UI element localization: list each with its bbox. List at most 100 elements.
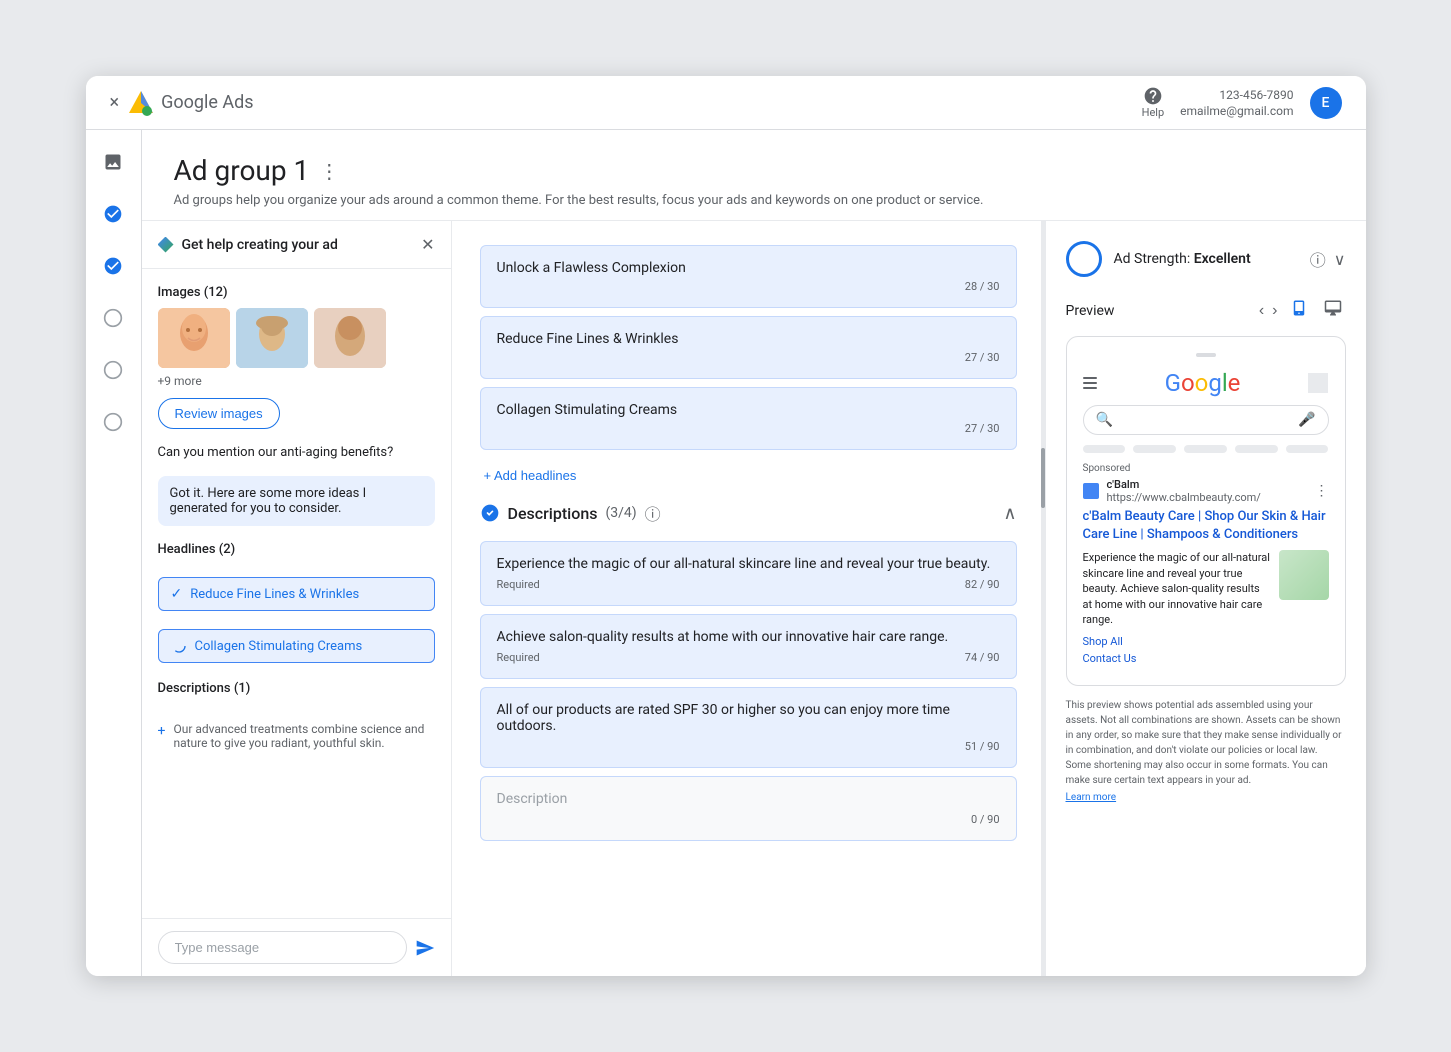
ad-strength-circle	[1066, 241, 1102, 277]
ai-panel-body: Images (12)	[142, 269, 451, 918]
help-area[interactable]: Help	[1142, 86, 1165, 119]
right-panel: Ad Strength: Excellent ⓘ ∨ Preview	[1046, 221, 1366, 976]
review-images-button[interactable]: Review images	[158, 398, 280, 429]
close-button[interactable]: ×	[110, 92, 120, 113]
preview-next-button[interactable]: ›	[1272, 302, 1277, 320]
page-description: Ad groups help you organize your ads aro…	[174, 193, 1334, 208]
descriptions-heading: Descriptions	[508, 504, 598, 523]
page-header: Ad group 1 ⋮ Ad groups help you organize…	[142, 130, 1366, 221]
user-avatar[interactable]: E	[1310, 87, 1342, 119]
image-thumb-2	[236, 308, 308, 368]
descriptions-section: Descriptions (3/4) ⓘ ∧ Experience the ma…	[480, 501, 1017, 841]
sidebar-item-radio-2[interactable]	[97, 354, 129, 386]
sidebar-item-radio-3[interactable]	[97, 406, 129, 438]
learn-more-link[interactable]: Learn more	[1066, 792, 1117, 803]
ad-brand-info: c'Balm https://www.cbalmbeauty.com/	[1107, 478, 1261, 504]
ai-question: Can you mention our anti-aging benefits?	[158, 441, 435, 464]
page-menu-dots[interactable]: ⋮	[319, 159, 339, 183]
image-thumb-2-svg	[236, 308, 308, 368]
chip-loading-icon	[171, 638, 187, 654]
description-input-1: Experience the magic of our all-natural …	[480, 541, 1017, 606]
images-section: Images (12)	[158, 285, 435, 429]
ad-strength-collapse-button[interactable]: ∨	[1334, 250, 1346, 269]
description-1-text: Experience the magic of our all-natural …	[497, 556, 1000, 572]
ai-panel-title: Get help creating your ad	[158, 237, 338, 253]
scroll-track	[1041, 221, 1045, 976]
ai-response: Got it. Here are some more ideas I gener…	[158, 476, 435, 526]
description-input-2: Achieve salon-quality results at home wi…	[480, 614, 1017, 679]
descriptions-header-left: Descriptions (3/4) ⓘ	[480, 501, 661, 525]
preview-mobile-button[interactable]	[1286, 297, 1312, 324]
ai-diamond-icon	[158, 237, 174, 253]
headline-chip-2-label: Collagen Stimulating Creams	[195, 639, 363, 654]
ad-strength-row: Ad Strength: Excellent ⓘ ∨	[1066, 241, 1346, 277]
preview-search-icon: 🔍	[1096, 412, 1113, 428]
sidebar-item-image[interactable]	[97, 146, 129, 178]
help-icon	[1143, 86, 1163, 106]
logo-text: Google Ads	[161, 92, 253, 113]
ad-link-2[interactable]: Contact Us	[1083, 652, 1329, 665]
main-content: Ad group 1 ⋮ Ad groups help you organize…	[142, 130, 1366, 976]
description-chip-1-text: Our advanced treatments combine science …	[173, 722, 434, 750]
description-3-char-count: 51 / 90	[965, 740, 1000, 753]
sidebar	[86, 130, 142, 976]
ad-links: Shop All Contact Us	[1083, 635, 1329, 665]
desktop-icon	[1324, 299, 1342, 317]
preview-title: Preview	[1066, 303, 1115, 319]
ad-strength-info-icon[interactable]: ⓘ	[1310, 247, 1326, 271]
sidebar-item-check-2[interactable]	[97, 250, 129, 282]
preview-search-bar: 🔍 🎤	[1083, 405, 1329, 435]
three-col-layout: Get help creating your ad ✕ Images (12)	[142, 221, 1366, 976]
preview-disclaimer: This preview shows potential ads assembl…	[1066, 698, 1346, 788]
ad-menu-dots[interactable]: ⋮	[1315, 483, 1329, 499]
sidebar-item-check-1[interactable]	[97, 198, 129, 230]
descriptions-info-icon[interactable]: ⓘ	[645, 501, 661, 525]
ai-panel-header: Get help creating your ad ✕	[142, 221, 451, 269]
more-images-label: +9 more	[158, 374, 435, 388]
description-2-char-count: 74 / 90	[965, 651, 1000, 664]
chat-input-area	[142, 918, 451, 976]
send-button[interactable]	[415, 938, 435, 958]
headline-chip-1[interactable]: ✓ Reduce Fine Lines & Wrinkles	[158, 577, 435, 611]
descriptions-count: (3/4)	[605, 505, 636, 521]
add-headlines-button[interactable]: + Add headlines	[480, 458, 581, 493]
help-label: Help	[1142, 106, 1165, 119]
account-info: 123-456-7890 emailme@gmail.com	[1180, 88, 1293, 118]
ad-link-1[interactable]: Shop All	[1083, 635, 1329, 648]
headline-chip-1-label: Reduce Fine Lines & Wrinkles	[190, 587, 359, 602]
page-title: Ad group 1	[174, 154, 310, 187]
chat-input[interactable]	[158, 931, 407, 964]
preview-tab-3	[1184, 445, 1227, 453]
headline-1-text: Unlock a Flawless Complexion	[497, 260, 1000, 276]
ai-title-text: Get help creating your ad	[182, 237, 338, 253]
description-input-4[interactable]: Description 0 / 90	[480, 776, 1017, 841]
ai-panel-close-button[interactable]: ✕	[421, 235, 434, 254]
description-4-char-count: 0 / 90	[971, 813, 1000, 826]
headlines-section: Unlock a Flawless Complexion 28 / 30 Red…	[480, 245, 1017, 493]
chip-check-icon-1: ✓	[171, 586, 183, 602]
headline-1-char-count: 28 / 30	[497, 280, 1000, 293]
images-grid	[158, 308, 435, 368]
description-chip-1[interactable]: + Our advanced treatments combine scienc…	[158, 716, 435, 756]
headline-input-3: Collagen Stimulating Creams 27 / 30	[480, 387, 1017, 450]
description-1-label: Required	[497, 578, 540, 591]
ad-headline: c'Balm Beauty Care | Shop Our Skin & Hai…	[1083, 508, 1329, 544]
phone-notch	[1196, 353, 1216, 357]
app-header: × Google Ads Help 123-456-7890	[86, 76, 1366, 130]
descriptions-collapse-button[interactable]: ∧	[1003, 503, 1016, 524]
app-layout: Ad group 1 ⋮ Ad groups help you organize…	[86, 130, 1366, 976]
sidebar-item-radio-1[interactable]	[97, 302, 129, 334]
ad-strength-left: Ad Strength: Excellent	[1066, 241, 1251, 277]
preview-prev-button[interactable]: ‹	[1259, 302, 1264, 320]
images-title: Images (12)	[158, 285, 435, 300]
preview-tab-5	[1286, 445, 1329, 453]
headline-chip-2[interactable]: Collagen Stimulating Creams	[158, 629, 435, 663]
description-input-3: All of our products are rated SPF 30 or …	[480, 687, 1017, 768]
ad-image-thumb	[1279, 550, 1329, 600]
image-thumb-1	[158, 308, 230, 368]
headline-input-1: Unlock a Flawless Complexion 28 / 30	[480, 245, 1017, 308]
scroll-thumb	[1041, 448, 1045, 508]
preview-desktop-button[interactable]	[1320, 297, 1346, 324]
ad-card: Sponsored c'Balm https://www.cbalmbeauty…	[1083, 463, 1329, 665]
description-2-label: Required	[497, 651, 540, 664]
